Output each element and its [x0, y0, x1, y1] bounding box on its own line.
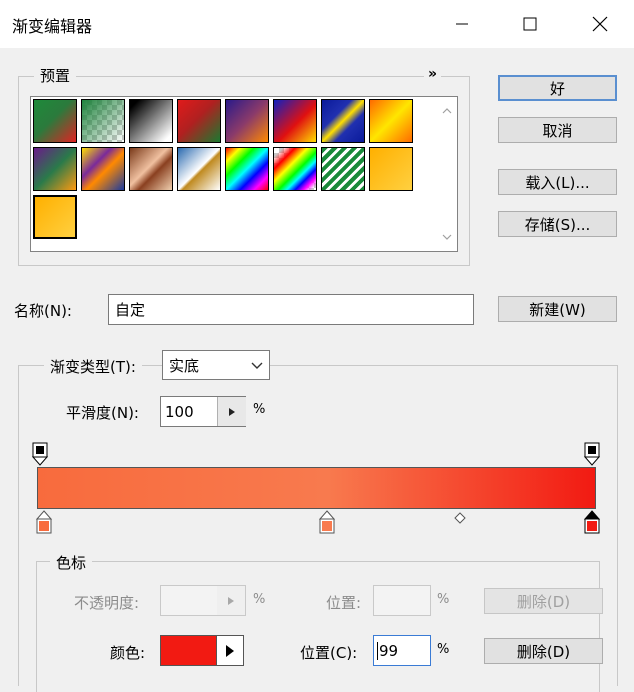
preset-swatch[interactable] [321, 99, 365, 143]
color-stop-icon [35, 510, 53, 534]
preset-swatch[interactable] [177, 99, 221, 143]
close-icon [592, 16, 608, 32]
preset-swatch[interactable] [369, 99, 413, 143]
opacity-position-input [373, 585, 431, 616]
preset-swatch[interactable] [81, 147, 125, 191]
maximize-button[interactable] [504, 0, 556, 48]
color-position-label: 位置(C): [300, 644, 358, 662]
opacity-stop-icon [583, 442, 601, 466]
color-stop-right-selected[interactable] [583, 510, 601, 534]
gradient-type-label: 渐变类型(T): [44, 356, 142, 377]
name-input[interactable]: 自定 [108, 294, 474, 325]
presets-menu-icon[interactable]: » [424, 66, 442, 82]
preset-swatch[interactable] [33, 99, 77, 143]
stops-legend: 色标 [50, 552, 93, 573]
new-button[interactable]: 新建(W) [498, 296, 617, 322]
scroll-down-icon[interactable] [442, 233, 452, 241]
preset-swatch[interactable] [369, 147, 413, 191]
preset-swatch[interactable] [225, 99, 269, 143]
color-stop-left[interactable] [35, 510, 53, 534]
preset-swatch[interactable] [177, 147, 221, 191]
opacity-stop-right[interactable] [583, 442, 601, 466]
gradient-preview-bar[interactable] [37, 467, 596, 509]
maximize-icon [523, 17, 537, 31]
opacity-position-label: 位置: [326, 594, 362, 612]
color-position-unit: % [437, 642, 450, 657]
presets-list [30, 96, 458, 252]
color-stop-middle[interactable] [318, 510, 336, 534]
color-position-value: 99 [377, 641, 399, 660]
preset-swatch[interactable] [321, 147, 365, 191]
preset-swatch[interactable] [129, 147, 173, 191]
color-stop-icon [583, 510, 601, 534]
color-label: 颜色: [110, 644, 146, 662]
preset-swatch[interactable] [273, 99, 317, 143]
window-title: 渐变编辑器 [12, 17, 93, 36]
chevron-down-icon [251, 362, 263, 369]
preset-swatch-selected[interactable] [33, 195, 77, 239]
color-swatch[interactable] [161, 636, 216, 665]
opacity-stop-left[interactable] [31, 442, 49, 466]
scroll-up-icon[interactable] [442, 107, 452, 115]
presets-legend: 预置 [34, 65, 77, 86]
smoothness-value: 100 [165, 402, 194, 421]
delete-opacity-stop-button: 删除(D) [484, 588, 603, 614]
save-button[interactable]: 存储(S)... [498, 211, 617, 237]
minimize-button[interactable] [436, 0, 488, 48]
color-position-input[interactable]: 99 [373, 635, 431, 666]
delete-color-stop-button[interactable]: 删除(D) [484, 638, 603, 664]
midpoint-diamond-icon [454, 512, 466, 524]
triangle-right-icon [228, 596, 234, 605]
stops-group [36, 561, 600, 692]
preset-swatch[interactable] [225, 147, 269, 191]
gradient-type-value: 实底 [169, 356, 200, 375]
smoothness-unit: % [253, 402, 266, 417]
preset-swatch[interactable] [273, 147, 317, 191]
color-picker[interactable] [160, 635, 244, 666]
color-menu-button[interactable] [216, 636, 243, 665]
close-button[interactable] [574, 0, 626, 48]
minimize-icon [456, 23, 468, 25]
color-midpoint[interactable] [454, 510, 466, 524]
triangle-right-icon [229, 407, 235, 416]
opacity-position-unit: % [437, 592, 450, 607]
preset-swatch[interactable] [81, 99, 125, 143]
smoothness-arrow-button[interactable] [217, 397, 246, 426]
gradient-type-select[interactable]: 实底 [162, 350, 270, 380]
load-button[interactable]: 载入(L)... [498, 169, 617, 195]
color-stop-icon [318, 510, 336, 534]
opacity-unit: % [253, 592, 266, 607]
cancel-button[interactable]: 取消 [498, 117, 617, 143]
presets-scrollbar[interactable] [437, 97, 457, 251]
preset-swatch[interactable] [33, 147, 77, 191]
opacity-stop-icon [31, 442, 49, 466]
name-label: 名称(N): [14, 302, 72, 320]
opacity-label: 不透明度: [74, 594, 140, 612]
triangle-right-icon [226, 644, 234, 657]
preset-swatch[interactable] [129, 99, 173, 143]
opacity-arrow-button [217, 586, 245, 615]
ok-button[interactable]: 好 [498, 75, 617, 101]
smoothness-label: 平滑度(N): [66, 404, 139, 422]
